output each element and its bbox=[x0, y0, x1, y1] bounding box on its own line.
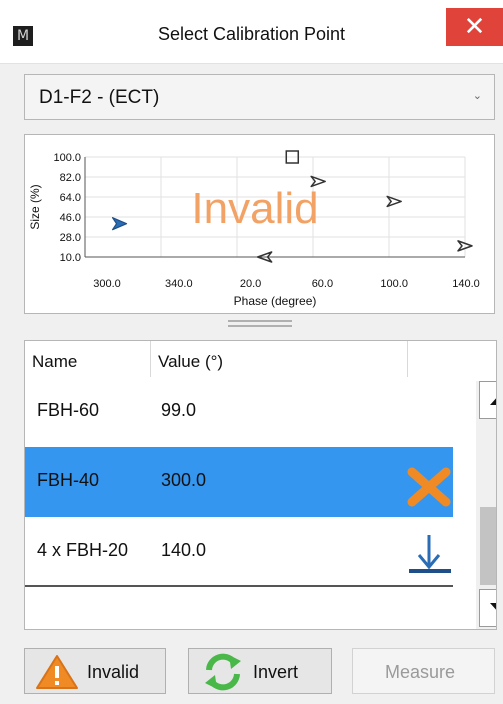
chart-svg: 100.0 82.0 64.0 46.0 28.0 10.0 300.0 340.0 20.0 6… bbox=[28, 150, 480, 308]
table-row[interactable]: 4 x FBH-20 140.0 bbox=[25, 517, 453, 587]
row-value: 140.0 bbox=[161, 540, 207, 560]
y-tick-label: 100.0 bbox=[53, 152, 81, 164]
table-row-selected[interactable]: FBH-40 300.0 bbox=[25, 447, 453, 517]
data-point-selected bbox=[111, 217, 128, 231]
delete-x-icon bbox=[407, 467, 451, 507]
x-tick-label: 100.0 bbox=[380, 278, 408, 290]
move-down-button[interactable] bbox=[407, 517, 453, 587]
x-axis-label: Phase (degree) bbox=[234, 294, 317, 308]
invalid-button[interactable]: Invalid bbox=[24, 648, 166, 694]
triangle-up-icon bbox=[490, 398, 496, 405]
calibration-points-table: Name Value (°) FBH-60 99.0 FBH-40 300.0 … bbox=[24, 340, 497, 630]
triangle-down-icon bbox=[490, 603, 496, 610]
channel-select[interactable]: D1-F2 - (ECT) ⌄ bbox=[24, 74, 495, 120]
refresh-icon bbox=[205, 653, 241, 691]
column-header-value[interactable]: Value (°) bbox=[158, 352, 223, 372]
y-tick-label: 64.0 bbox=[60, 192, 81, 204]
y-axis-label: Size (%) bbox=[28, 184, 42, 229]
invert-button-label: Invert bbox=[253, 662, 299, 682]
window-title: Select Calibration Point bbox=[157, 24, 346, 44]
delete-button[interactable] bbox=[407, 447, 453, 517]
table-header: Name Value (°) bbox=[25, 341, 453, 381]
row-name: FBH-40 bbox=[37, 470, 100, 490]
row-value: 99.0 bbox=[161, 400, 197, 420]
y-tick-label: 10.0 bbox=[60, 252, 81, 264]
scroll-up-button[interactable] bbox=[479, 381, 496, 419]
row-value: 300.0 bbox=[161, 470, 207, 490]
title-bar: M Select Calibration Point ✕ bbox=[0, 0, 503, 64]
invalid-button-label: Invalid bbox=[87, 662, 140, 682]
y-tick-label: 82.0 bbox=[60, 172, 81, 184]
x-tick-label: 300.0 bbox=[93, 278, 121, 290]
x-tick-label: 60.0 bbox=[312, 278, 333, 290]
channel-select-value: D1-F2 - (ECT) bbox=[39, 87, 160, 108]
splitter-handle[interactable] bbox=[228, 320, 292, 330]
scroll-down-button[interactable] bbox=[479, 589, 496, 627]
scroll-thumb[interactable] bbox=[480, 507, 496, 585]
row-name: FBH-60 bbox=[37, 400, 100, 420]
warning-icon bbox=[36, 655, 78, 689]
x-tick-label: 20.0 bbox=[240, 278, 261, 290]
y-tick-label: 46.0 bbox=[60, 212, 81, 224]
table-bottom-border bbox=[25, 585, 453, 587]
calibration-chart[interactable]: 100.0 82.0 64.0 46.0 28.0 10.0 300.0 340.0 20.0 6… bbox=[24, 134, 495, 314]
invalid-status-overlay: Invalid bbox=[191, 184, 318, 233]
table-scrollbar[interactable] bbox=[476, 381, 496, 629]
measure-button-label: Measure bbox=[385, 662, 456, 682]
measure-button: Measure bbox=[352, 648, 495, 694]
x-tick-label: 340.0 bbox=[165, 278, 193, 290]
download-arrow-icon bbox=[409, 535, 451, 573]
table-row[interactable]: FBH-60 99.0 bbox=[25, 377, 453, 447]
invert-button[interactable]: Invert bbox=[188, 648, 332, 694]
splitter-grip-line bbox=[228, 320, 292, 322]
row-name: 4 x FBH-20 bbox=[37, 540, 129, 560]
chevron-down-icon: ⌄ bbox=[472, 89, 482, 102]
x-tick-label: 140.0 bbox=[452, 278, 480, 290]
y-tick-label: 28.0 bbox=[60, 232, 81, 244]
column-header-name[interactable]: Name bbox=[32, 352, 77, 372]
close-button[interactable]: ✕ bbox=[446, 8, 503, 46]
splitter-grip-line bbox=[228, 325, 292, 327]
